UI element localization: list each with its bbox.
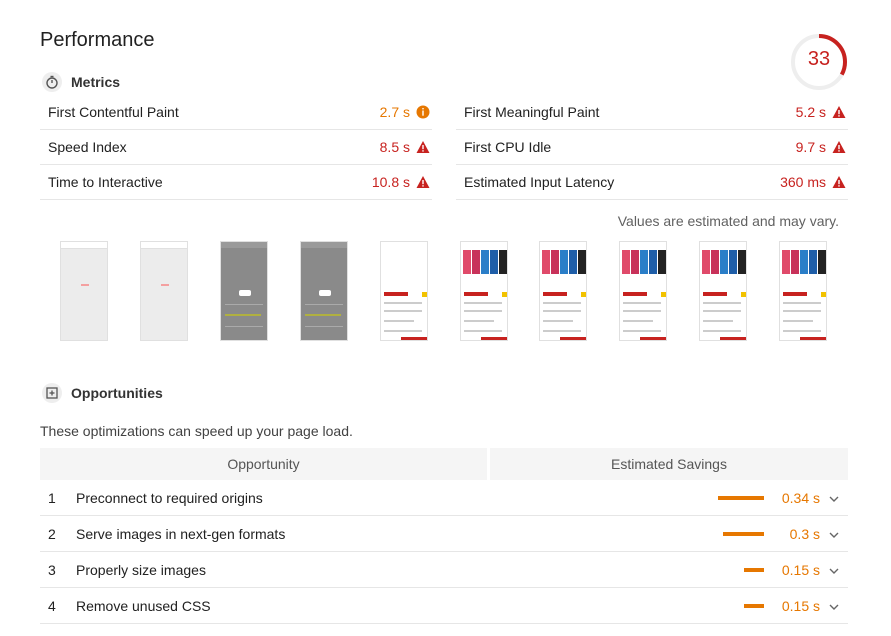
filmstrip-frame: [140, 241, 188, 341]
metric-value: 9.7 s: [795, 139, 826, 155]
stopwatch-icon: [42, 72, 62, 92]
page-title: Performance: [40, 29, 155, 51]
opportunity-row[interactable]: 4 Remove unused CSS 0.15 s: [40, 588, 848, 624]
metrics-right-column: First Meaningful Paint 5.2 s First CPU Idl…: [456, 95, 848, 200]
opportunity-label: Properly size images: [76, 561, 206, 578]
chevron-down-icon[interactable]: [820, 599, 848, 613]
metric-row: Time to Interactive 10.8 s: [40, 165, 432, 200]
metric-row: First Meaningful Paint 5.2 s: [456, 95, 848, 130]
savings-value: 0.3 s: [789, 525, 820, 542]
warning-triangle-icon: [416, 175, 430, 189]
opportunities-header: Opportunities: [42, 383, 163, 403]
opportunity-row[interactable]: 2 Serve images in next-gen formats 0.3 s: [40, 516, 848, 552]
metrics-left-column: First Contentful Paint 2.7 s Speed Index 8.…: [40, 95, 432, 200]
chevron-down-icon[interactable]: [820, 563, 848, 577]
opportunity-index: 3: [48, 561, 56, 578]
savings-bar: [723, 531, 764, 536]
metrics-header: Metrics: [42, 72, 120, 92]
opportunities-table-header: Opportunity Estimated Savings: [40, 448, 848, 480]
opportunity-label: Serve images in next-gen formats: [76, 525, 286, 542]
metric-name: Time to Interactive: [48, 174, 163, 190]
opportunity-index: 1: [48, 489, 56, 506]
savings-bar-track: [644, 531, 764, 536]
warning-triangle-icon: [832, 175, 846, 189]
opportunity-index: 4: [48, 597, 56, 614]
metric-row: First CPU Idle 9.7 s: [456, 130, 848, 165]
savings-bar-track: [644, 495, 764, 500]
chevron-down-icon[interactable]: [820, 527, 848, 541]
metric-row: Estimated Input Latency 360 ms: [456, 165, 848, 200]
filmstrip-frame: [220, 241, 268, 341]
warning-triangle-icon: [832, 140, 846, 154]
opportunities-label: Opportunities: [71, 385, 163, 401]
filmstrip-frame: [60, 241, 108, 341]
metric-value: 8.5 s: [379, 139, 410, 155]
filmstrip-frame: [779, 241, 827, 341]
metric-value: 5.2 s: [795, 104, 826, 120]
warning-triangle-icon: [416, 140, 430, 154]
opportunity-icon: [42, 383, 62, 403]
metric-value: 360 ms: [780, 174, 826, 190]
filmstrip-frame: [380, 241, 428, 341]
metric-name: First Contentful Paint: [48, 104, 179, 120]
savings-bar: [744, 567, 764, 572]
metrics-label: Metrics: [71, 74, 121, 90]
filmstrip-frame: [699, 241, 747, 341]
info-circle-icon: [416, 105, 430, 119]
opportunity-row[interactable]: 1 Preconnect to required origins 0.34 s: [40, 480, 848, 516]
opportunity-label: Preconnect to required origins: [76, 489, 263, 506]
filmstrip-frame: [539, 241, 587, 341]
savings-value: 0.15 s: [781, 597, 820, 614]
opportunity-index: 2: [48, 525, 56, 542]
metric-name: Estimated Input Latency: [464, 174, 615, 190]
metric-value: 2.7 s: [379, 104, 410, 120]
filmstrip-frame: [300, 241, 348, 341]
score-value: 33: [807, 48, 831, 70]
estimate-note: Values are estimated and may vary.: [617, 213, 839, 229]
column-header-savings: Estimated Savings: [490, 448, 848, 480]
savings-value: 0.34 s: [781, 489, 820, 506]
metric-name: First CPU Idle: [464, 139, 552, 155]
filmstrip: [60, 241, 830, 341]
column-header-opportunity: Opportunity: [40, 448, 487, 480]
opportunity-label: Remove unused CSS: [76, 597, 211, 614]
metric-value: 10.8 s: [371, 174, 410, 190]
savings-value: 0.15 s: [781, 561, 820, 578]
metric-row: First Contentful Paint 2.7 s: [40, 95, 432, 130]
opportunity-row[interactable]: 3 Properly size images 0.15 s: [40, 552, 848, 588]
filmstrip-frame: [619, 241, 667, 341]
opportunities-description: These optimizations can speed up your pa…: [40, 423, 353, 439]
savings-bar: [718, 495, 764, 500]
savings-bar: [744, 603, 764, 608]
warning-triangle-icon: [832, 105, 846, 119]
metric-name: Speed Index: [48, 139, 127, 155]
metric-name: First Meaningful Paint: [464, 104, 600, 120]
savings-bar-track: [644, 603, 764, 608]
savings-bar-track: [644, 567, 764, 572]
chevron-down-icon[interactable]: [820, 491, 848, 505]
filmstrip-frame: [460, 241, 508, 341]
metric-row: Speed Index 8.5 s: [40, 130, 432, 165]
